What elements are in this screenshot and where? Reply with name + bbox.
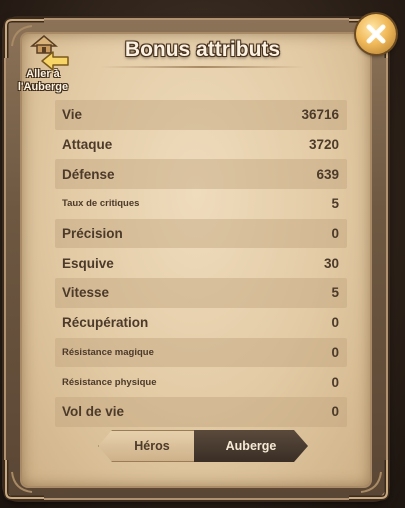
tab-heros[interactable]: Héros (98, 430, 206, 462)
stat-row: Vitesse 5 (55, 278, 347, 308)
stat-value: 30 (323, 255, 339, 271)
close-icon (366, 24, 386, 44)
stat-row: Résistance physique 0 (55, 367, 347, 397)
stat-row: Précision 0 (55, 218, 347, 249)
stat-row: Vol de vie 0 (55, 396, 347, 427)
stat-label: Résistance physique (62, 376, 157, 388)
stat-value: 5 (331, 285, 339, 301)
title-divider (100, 66, 305, 68)
stat-row: Résistance magique 0 (55, 337, 347, 368)
stat-row: Taux de critiques 5 (55, 189, 347, 219)
stat-value: 0 (331, 344, 339, 360)
stat-label: Récupération (62, 315, 149, 331)
stat-value: 0 (331, 374, 339, 390)
stat-row: Défense 639 (55, 159, 347, 190)
stat-row: Attaque 3720 (55, 130, 347, 160)
stat-row: Esquive 30 (55, 248, 347, 278)
tab-bar: Héros Auberge (98, 430, 308, 462)
goto-inn-button[interactable]: Aller à l'Auberge (14, 34, 70, 96)
stat-label: Attaque (62, 137, 113, 153)
stat-label: Résistance magique (62, 346, 154, 358)
stat-value: 0 (331, 226, 339, 242)
stats-list: Vie 36716 Attaque 3720 Défense 639 Taux de cri… (55, 100, 347, 427)
stat-value: 36716 (301, 107, 339, 123)
stat-value: 639 (316, 166, 339, 182)
close-button[interactable] (356, 14, 396, 54)
stat-label: Esquive (62, 255, 114, 271)
stat-value: 5 (331, 196, 339, 212)
stat-value: 0 (331, 404, 339, 420)
stat-row: Vie 36716 (55, 100, 347, 130)
stat-value: 3720 (308, 137, 339, 153)
stat-label: Précision (62, 226, 123, 242)
stat-row: Récupération 0 (55, 308, 347, 338)
stat-value: 0 (331, 315, 339, 331)
stat-label: Taux de critiques (62, 198, 140, 210)
stat-label: Défense (62, 166, 115, 182)
stat-label: Vitesse (62, 285, 110, 301)
tab-auberge[interactable]: Auberge (194, 430, 308, 462)
stat-label: Vol de vie (62, 404, 125, 420)
stat-label: Vie (62, 107, 83, 123)
goto-inn-label: Aller à l'Auberge (17, 68, 69, 93)
